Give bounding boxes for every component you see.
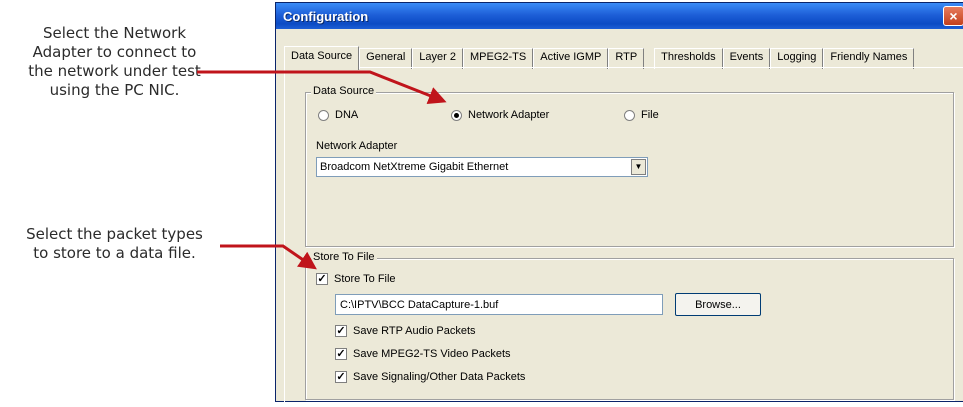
- tab-strip: Data Source General Layer 2 MPEG2-TS Act…: [284, 46, 915, 70]
- checkmark-icon[interactable]: ✓: [335, 325, 347, 337]
- store-to-file-group-label: Store To File: [311, 251, 377, 263]
- tab-general[interactable]: General: [359, 48, 413, 69]
- callout-line: to store to a data file.: [33, 244, 196, 262]
- save-mpeg2-ts-video-label: Save MPEG2-TS Video Packets: [353, 348, 511, 360]
- tab-layer-2[interactable]: Layer 2: [412, 48, 463, 69]
- radio-file-indicator[interactable]: [624, 109, 635, 121]
- callout-line: Select the packet types: [26, 225, 203, 243]
- chevron-down-icon[interactable]: ▼: [631, 159, 646, 175]
- callout-network-adapter: Select the Network Adapter to connect to…: [0, 24, 229, 100]
- store-to-file-checkbox[interactable]: ✓ Store To File: [316, 273, 396, 285]
- checkmark-icon[interactable]: ✓: [316, 273, 328, 285]
- close-icon: ×: [949, 8, 958, 24]
- tab-mpeg2-ts[interactable]: MPEG2-TS: [463, 48, 534, 69]
- checkmark-icon[interactable]: ✓: [335, 371, 347, 383]
- tab-active-igmp[interactable]: Active IGMP: [533, 48, 609, 69]
- tab-rtp[interactable]: RTP: [608, 48, 645, 69]
- browse-button[interactable]: Browse...: [675, 293, 761, 316]
- callout-line: Adapter to connect to: [32, 43, 197, 61]
- callout-line: the network under test: [28, 62, 201, 80]
- window-title: Configuration: [283, 8, 369, 24]
- tab-logging[interactable]: Logging: [770, 48, 824, 69]
- radio-dna[interactable]: DNA: [318, 109, 358, 121]
- file-path-value: C:\IPTV\BCC DataCapture-1.buf: [340, 298, 499, 311]
- save-rtp-audio-checkbox[interactable]: ✓ Save RTP Audio Packets: [335, 325, 476, 337]
- store-to-file-group: Store To File ✓ Store To File C:\IPTV\BC…: [305, 251, 954, 400]
- radio-dna-label: DNA: [335, 109, 359, 121]
- save-signaling-other-label: Save Signaling/Other Data Packets: [353, 371, 526, 383]
- radio-network-adapter-label: Network Adapter: [468, 109, 550, 121]
- network-adapter-select[interactable]: Broadcom NetXtreme Gigabit Ethernet ▼: [316, 157, 648, 177]
- data-source-group: Data Source DNA Network Adapter File Net…: [305, 85, 954, 247]
- close-button[interactable]: ×: [943, 6, 963, 26]
- radio-network-adapter-indicator[interactable]: [451, 109, 462, 121]
- save-mpeg2-ts-video-checkbox[interactable]: ✓ Save MPEG2-TS Video Packets: [335, 348, 511, 360]
- callout-store-to-file: Select the packet types to store to a da…: [0, 225, 229, 263]
- save-rtp-audio-label: Save RTP Audio Packets: [353, 325, 476, 337]
- callout-line: Select the Network: [42, 24, 187, 42]
- network-adapter-label: Network Adapter: [316, 140, 398, 152]
- callout-line: using the PC NIC.: [49, 81, 180, 99]
- checkmark-icon[interactable]: ✓: [335, 348, 347, 360]
- title-bar[interactable]: Configuration: [276, 3, 963, 29]
- save-signaling-other-checkbox[interactable]: ✓ Save Signaling/Other Data Packets: [335, 371, 525, 383]
- tab-events[interactable]: Events: [722, 48, 771, 69]
- data-source-panel: Data Source DNA Network Adapter File Net…: [284, 67, 963, 407]
- store-to-file-checkbox-label: Store To File: [334, 273, 396, 285]
- radio-file[interactable]: File: [624, 109, 659, 121]
- file-path-input[interactable]: C:\IPTV\BCC DataCapture-1.buf: [335, 294, 663, 315]
- configuration-window: Configuration × Data Source General Laye…: [275, 2, 963, 407]
- radio-dna-indicator[interactable]: [318, 109, 329, 121]
- tab-thresholds[interactable]: Thresholds: [654, 48, 723, 69]
- tab-friendly-names[interactable]: Friendly Names: [823, 48, 915, 69]
- network-adapter-value: Broadcom NetXtreme Gigabit Ethernet: [320, 161, 509, 173]
- tab-data-source[interactable]: Data Source: [284, 46, 360, 70]
- radio-file-label: File: [641, 109, 659, 121]
- radio-network-adapter[interactable]: Network Adapter: [451, 109, 549, 121]
- data-source-group-label: Data Source: [311, 85, 377, 97]
